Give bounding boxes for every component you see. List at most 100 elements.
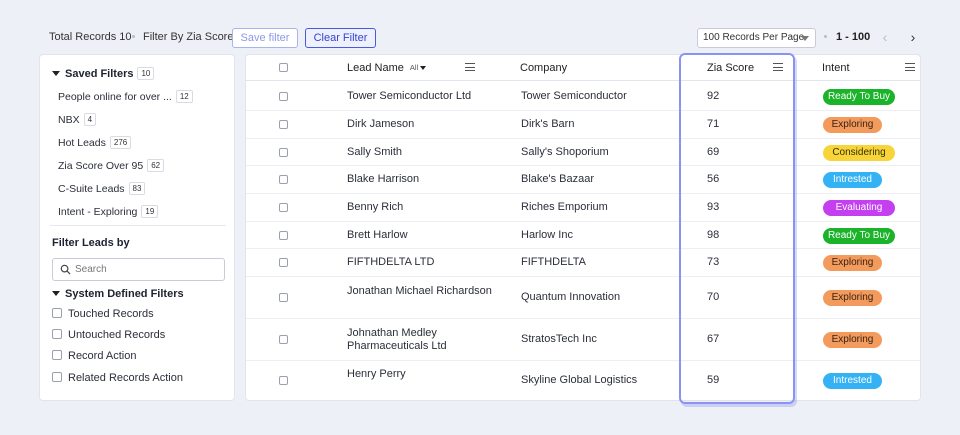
zia-score-cell: 71 xyxy=(707,118,720,130)
intent-badge: Ready To Buy xyxy=(823,88,895,105)
system-filter-checkbox[interactable] xyxy=(52,372,62,382)
table-row[interactable]: Tower Semiconductor Ltd Tower Semiconduct… xyxy=(246,82,920,111)
row-checkbox[interactable] xyxy=(279,120,288,129)
zia-score-header[interactable]: Zia Score xyxy=(707,62,754,74)
column-menu-icon[interactable] xyxy=(773,63,783,71)
system-filter-checkbox[interactable] xyxy=(52,308,62,318)
saved-filter-label: People online for over ... xyxy=(58,91,172,103)
row-checkbox[interactable] xyxy=(279,203,288,212)
system-filter-label: Record Action xyxy=(68,350,137,362)
saved-filters-toggle[interactable]: Saved Filters 10 xyxy=(52,67,155,80)
system-filter-item[interactable]: Touched Records xyxy=(52,308,154,320)
system-filter-item[interactable]: Related Records Action xyxy=(52,372,183,384)
saved-filter-item[interactable]: C-Suite Leads 83 xyxy=(58,182,146,195)
lead-name-cell[interactable]: Johnathan Medley Pharmaceuticals Ltd xyxy=(347,327,507,352)
system-filter-checkbox[interactable] xyxy=(52,329,62,339)
intent-badge: Ready To Buy xyxy=(823,227,895,244)
records-per-page-select[interactable]: 100 Records Per Page xyxy=(697,28,816,48)
saved-filter-count: 83 xyxy=(128,182,146,195)
filter-by-label: Filter By Zia Score xyxy=(143,31,234,43)
row-checkbox[interactable] xyxy=(279,293,288,302)
lead-name-cell[interactable]: Brett Harlow xyxy=(347,229,507,242)
saved-filter-item[interactable]: Zia Score Over 95 62 xyxy=(58,159,165,172)
lead-name-cell[interactable]: Henry Perry xyxy=(347,368,507,381)
row-checkbox[interactable] xyxy=(279,376,288,385)
saved-filter-label: Zia Score Over 95 xyxy=(58,160,144,172)
intent-badge: Exploring xyxy=(823,290,882,306)
all-filter-tag[interactable]: All xyxy=(410,63,418,72)
column-menu-icon[interactable] xyxy=(905,63,915,71)
system-filter-checkbox[interactable] xyxy=(52,350,62,360)
intent-badge: Exploring xyxy=(823,117,882,133)
filter-sidebar: Saved Filters 10 People online for over .… xyxy=(39,54,235,401)
total-records-label: Total Records 10 xyxy=(49,31,132,43)
table-row[interactable]: Brett Harlow Harlow Inc 98 Ready To Buy xyxy=(246,222,920,249)
system-filter-item[interactable]: Untouched Records xyxy=(52,329,165,341)
table-row[interactable]: Henry Perry Skyline Global Logistics 59 Int… xyxy=(246,361,920,400)
company-cell: Dirk's Barn xyxy=(521,118,575,130)
zia-score-cell: 56 xyxy=(707,173,720,185)
saved-filter-item[interactable]: Intent - Exploring 19 xyxy=(58,205,159,218)
chevron-down-icon xyxy=(801,36,809,41)
table-row[interactable]: Dirk Jameson Dirk's Barn 71 Exploring xyxy=(246,111,920,139)
system-defined-filters-toggle[interactable]: System Defined Filters xyxy=(52,288,184,300)
table-row[interactable]: Blake Harrison Blake's Bazaar 56 Intrested xyxy=(246,166,920,194)
next-page-button[interactable]: › xyxy=(906,29,920,45)
zia-score-cell: 67 xyxy=(707,333,720,345)
saved-filter-count: 19 xyxy=(141,205,159,218)
saved-filter-count: 276 xyxy=(109,136,132,149)
records-per-page-value: 100 Records Per Page xyxy=(703,32,805,43)
clear-filter-button[interactable]: Clear Filter xyxy=(305,28,376,48)
lead-name-cell[interactable]: Jonathan Michael Richardson xyxy=(347,285,507,298)
company-cell: Skyline Global Logistics xyxy=(521,374,638,386)
system-filter-item[interactable]: Record Action xyxy=(52,350,136,362)
row-checkbox[interactable] xyxy=(279,230,288,240)
row-checkbox[interactable] xyxy=(279,175,288,184)
search-field[interactable] xyxy=(52,258,225,281)
saved-filter-item[interactable]: NBX 4 xyxy=(58,113,97,126)
table-row[interactable]: Johnathan Medley Pharmaceuticals Ltd Stra… xyxy=(246,319,920,361)
saved-filter-count: 62 xyxy=(147,159,165,172)
lead-name-cell[interactable]: FIFTHDELTA LTD xyxy=(347,256,507,269)
company-cell: Harlow Inc xyxy=(521,228,573,241)
caret-down-icon xyxy=(420,66,427,70)
row-checkbox[interactable] xyxy=(279,335,288,344)
table-row[interactable]: FIFTHDELTA LTD FIFTHDELTA 73 Exploring xyxy=(246,249,920,277)
previous-page-button[interactable]: ‹ xyxy=(878,29,892,45)
lead-name-cell[interactable]: Tower Semiconductor Ltd xyxy=(347,90,507,103)
intent-badge: Exploring xyxy=(823,332,882,348)
saved-filter-item[interactable]: People online for over ... 12 xyxy=(58,90,193,103)
company-header[interactable]: Company xyxy=(520,62,567,74)
table-row[interactable]: Benny Rich Riches Emporium 93 Evaluating xyxy=(246,194,920,222)
intent-badge: Evaluating xyxy=(823,200,895,216)
zia-score-cell: 59 xyxy=(707,374,720,386)
table-row[interactable]: Jonathan Michael Richardson Quantum Innov… xyxy=(246,277,920,319)
saved-filters-label: Saved Filters xyxy=(65,68,134,80)
lead-name-header[interactable]: Lead Name All xyxy=(347,62,427,74)
lead-name-cell[interactable]: Sally Smith xyxy=(347,146,507,159)
filter-leads-by-heading: Filter Leads by xyxy=(52,237,130,249)
select-all-checkbox[interactable] xyxy=(279,63,288,72)
row-checkbox[interactable] xyxy=(279,258,288,267)
row-checkbox[interactable] xyxy=(279,147,288,157)
company-cell: Tower Semiconductor xyxy=(521,89,627,102)
lead-name-cell[interactable]: Blake Harrison xyxy=(347,173,507,186)
intent-badge: Considering xyxy=(823,144,895,161)
lead-name-cell[interactable]: Dirk Jameson xyxy=(347,118,507,131)
zia-score-cell: 92 xyxy=(707,89,720,102)
intent-header[interactable]: Intent xyxy=(822,62,850,74)
saved-filter-item[interactable]: Hot Leads 276 xyxy=(58,136,132,149)
row-checkbox[interactable] xyxy=(279,91,288,101)
search-input[interactable] xyxy=(75,261,220,278)
separator-dot xyxy=(824,35,827,38)
zia-score-cell: 70 xyxy=(707,291,720,303)
system-filter-label: Touched Records xyxy=(68,308,154,320)
table-row[interactable]: Sally Smith Sally's Shoporium 69 Considerin… xyxy=(246,139,920,166)
save-filter-button[interactable]: Save filter xyxy=(232,28,298,48)
lead-name-cell[interactable]: Benny Rich xyxy=(347,201,507,214)
company-cell: Sally's Shoporium xyxy=(521,145,609,158)
search-icon xyxy=(60,264,71,275)
caret-down-icon xyxy=(52,71,60,76)
column-menu-icon[interactable] xyxy=(465,63,475,71)
saved-filter-label: Intent - Exploring xyxy=(58,206,138,218)
